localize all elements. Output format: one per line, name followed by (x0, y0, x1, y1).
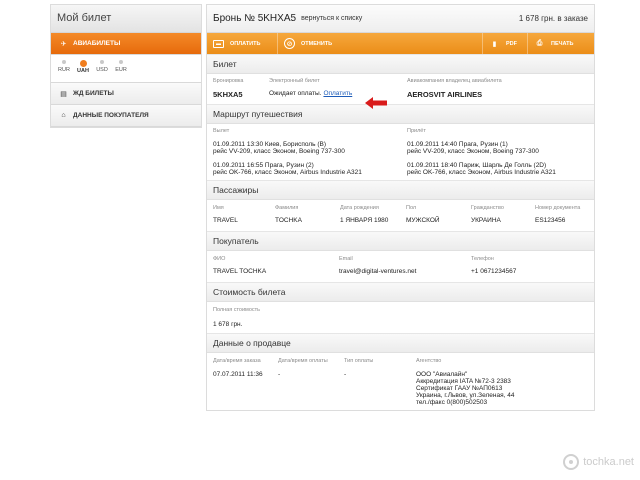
section-title: Стоимость билета (207, 283, 594, 302)
full-cost-value: 1 678 грн. (213, 321, 243, 328)
printer-icon: ⎙ (536, 39, 543, 47)
email-label: Email (339, 256, 353, 262)
section-title: Пассажиры (207, 181, 594, 200)
seller-section: Данные о продавце Дата/время заказа Дата… (207, 333, 594, 410)
card-icon: ▬ (213, 39, 224, 48)
sidebar: Мой билет ✈ АВИАБИЛЕТЫ RUR UAH USD EUR ▤… (50, 4, 202, 128)
booking-label: Бронировка (213, 78, 244, 84)
annotation-arrow-icon (365, 97, 387, 109)
table-header-row: Дата/время заказа Дата/время оплаты Тип … (213, 358, 442, 364)
buyer-name: TRAVEL TOCHKA (213, 268, 267, 275)
booking-header: Бронь № 5KHXA5 вернуться к списку 1 678 … (207, 5, 594, 33)
sidebar-item-label: ЖД БИЛЕТЫ (73, 90, 114, 97)
pay-button[interactable]: ▬ ОПЛАТИТЬ (207, 33, 277, 54)
airplane-icon: ✈ (60, 40, 67, 48)
booking-panel: Бронь № 5KHXA5 вернуться к списку 1 678 … (206, 4, 595, 411)
page-title: Бронь № 5KHXA5 (213, 13, 297, 24)
ticket-status: Ожидает оплаты. (269, 90, 322, 97)
print-button[interactable]: ⎙ ПЕЧАТЬ (528, 33, 594, 54)
phone-label: Телефон (471, 256, 494, 262)
buyer-phone: +1 0671234567 (471, 268, 517, 275)
cancel-button[interactable]: ⊘ ОТМЕНИТЬ (278, 33, 338, 54)
buyer-email: travel@digital-ventures.net (339, 268, 417, 275)
table-row: TRAVEL TOCHKA 1 ЯНВАРЯ 1980 МУЖСКОЙ УКРА… (213, 217, 566, 224)
payment-type: - (344, 371, 347, 378)
payment-datetime: - (278, 371, 281, 378)
cost-section: Стоимость билета Полная стоимость 1 678 … (207, 282, 594, 333)
train-icon: ▤ (60, 90, 67, 98)
action-toolbar: ▬ ОПЛАТИТЬ ⊘ ОТМЕНИТЬ ▮ PDF ⎙ ПЕЧАТЬ (207, 33, 594, 54)
cancel-icon: ⊘ (284, 38, 295, 49)
currency-rur[interactable]: RUR (55, 60, 73, 82)
section-title: Покупатель (207, 232, 594, 251)
currency-switcher: RUR UAH USD EUR (51, 55, 201, 83)
sidebar-item-avia[interactable]: ✈ АВИАБИЛЕТЫ (51, 33, 201, 55)
back-to-list-link[interactable]: вернуться к списку (301, 15, 362, 22)
currency-uah[interactable]: UAH (74, 60, 92, 82)
table-row: 07.07.2011 11:36 - - ООО "Авиалайн" Аккр… (207, 364, 594, 410)
order-total: 1 678 грн. в заказе (518, 14, 588, 23)
section-title: Маршрут путешествия (207, 105, 594, 124)
table-header-row: Имя Фамилия Дата рождения Пол Гражданств… (213, 205, 581, 211)
sidebar-item-buyer[interactable]: ⌂ ДАННЫЕ ПОКУПАТЕЛЯ (51, 105, 201, 127)
section-title: Билет (207, 55, 594, 74)
buyer-section: Покупатель ФИО Email Телефон TRAVEL TOCH… (207, 231, 594, 282)
passengers-section: Пассажиры Имя Фамилия Дата рождения Пол … (207, 180, 594, 231)
sidebar-item-rail[interactable]: ▤ ЖД БИЛЕТЫ (51, 83, 201, 105)
agency-details: ООО "Авиалайн" Аккредитация IATA №72-3 2… (416, 371, 515, 406)
order-datetime: 07.07.2011 11:36 (213, 371, 263, 378)
full-cost-label: Полная стоимость (213, 307, 261, 313)
booking-code: 5KHXA5 (213, 90, 243, 99)
carrier-name: AEROSVIT AIRLINES (407, 90, 483, 99)
route-leg: 01.09.2011 16:55 Прага, Рузин (2) рейс O… (213, 162, 556, 176)
pay-link[interactable]: Оплатить (323, 90, 352, 97)
ticket-section: Билет Бронировка Электронный билет Авиак… (207, 54, 594, 104)
section-title: Данные о продавце (207, 334, 594, 353)
sidebar-title: Мой билет (51, 5, 201, 33)
currency-eur[interactable]: EUR (112, 60, 130, 82)
sidebar-item-label: АВИАБИЛЕТЫ (73, 40, 121, 47)
route-leg: 01.09.2011 13:30 Киев, Борисполь (B) рей… (213, 141, 539, 155)
currency-usd[interactable]: USD (93, 60, 111, 82)
sidebar-item-label: ДАННЫЕ ПОКУПАТЕЛЯ (73, 112, 149, 119)
depart-label: Вылет (213, 128, 230, 134)
eticket-label: Электронный билет (269, 78, 320, 84)
watermark: tochka.net (563, 454, 634, 470)
route-section: Маршрут путешествия Вылет Прилёт 01.09.2… (207, 104, 594, 180)
carrier-label: Авиакомпания владелец авиабилета (407, 78, 502, 84)
pdf-button[interactable]: ▮ PDF (483, 33, 527, 54)
arrive-label: Прилёт (407, 128, 426, 134)
watermark-logo-icon (563, 454, 580, 470)
pdf-icon: ▮ (492, 40, 497, 48)
home-icon: ⌂ (61, 112, 66, 119)
fio-label: ФИО (213, 256, 226, 262)
